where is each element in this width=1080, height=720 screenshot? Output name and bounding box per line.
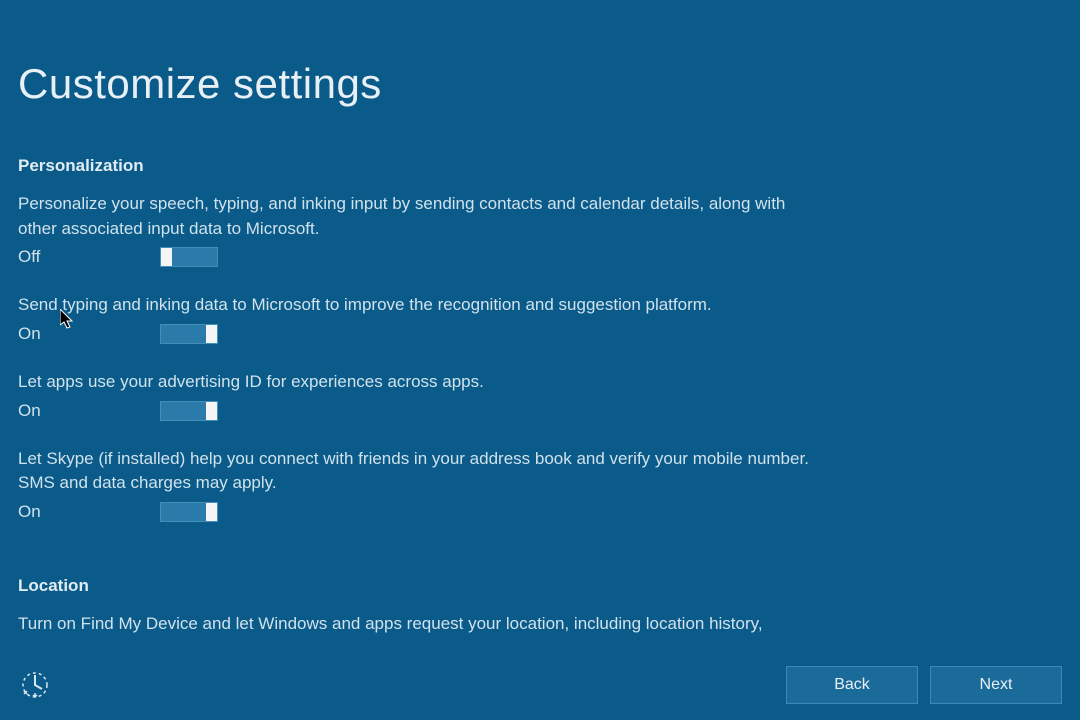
setting-desc: Personalize your speech, typing, and ink… [18, 192, 828, 241]
personalization-header: Personalization [18, 156, 1062, 176]
setting-personalize-input: Personalize your speech, typing, and ink… [18, 192, 1062, 267]
location-desc: Turn on Find My Device and let Windows a… [18, 612, 828, 637]
toggle-thumb [206, 325, 217, 343]
setting-skype: Let Skype (if installed) help you connec… [18, 447, 1062, 522]
toggle-typing-inking[interactable] [160, 324, 218, 344]
toggle-skype[interactable] [160, 502, 218, 522]
setting-desc: Let apps use your advertising ID for exp… [18, 370, 828, 395]
setting-desc: Send typing and inking data to Microsoft… [18, 293, 828, 318]
toggle-thumb [161, 248, 172, 266]
toggle-state-label: Off [18, 247, 160, 267]
setting-desc: Let Skype (if installed) help you connec… [18, 447, 828, 496]
footer: Back Next [0, 650, 1080, 720]
toggle-thumb [206, 503, 217, 521]
toggle-state-label: On [18, 324, 160, 344]
ease-of-access-icon[interactable] [18, 668, 52, 702]
toggle-advertising-id[interactable] [160, 401, 218, 421]
toggle-state-label: On [18, 401, 160, 421]
setting-advertising-id: Let apps use your advertising ID for exp… [18, 370, 1062, 421]
toggle-thumb [206, 402, 217, 420]
toggle-state-label: On [18, 502, 160, 522]
toggle-personalize-input[interactable] [160, 247, 218, 267]
setting-typing-inking: Send typing and inking data to Microsoft… [18, 293, 1062, 344]
back-button[interactable]: Back [786, 666, 918, 704]
next-button[interactable]: Next [930, 666, 1062, 704]
location-header: Location [18, 576, 1062, 596]
location-section: Location Turn on Find My Device and let … [18, 576, 1062, 637]
personalization-section: Personalization Personalize your speech,… [18, 156, 1062, 522]
page-title: Customize settings [18, 60, 1062, 108]
